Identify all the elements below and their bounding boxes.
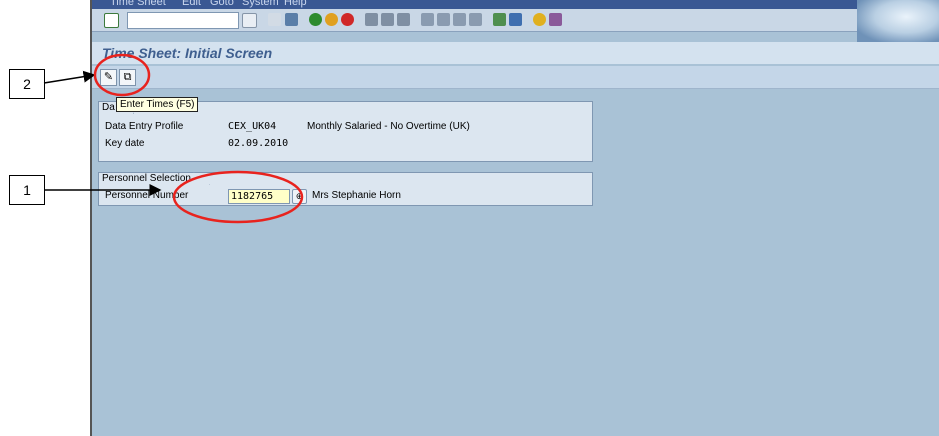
menu-edit[interactable]: Edit: [182, 0, 201, 8]
sap-logo: [857, 0, 939, 42]
application-toolbar: [92, 66, 939, 89]
callout-box-1: 1: [9, 175, 45, 205]
data-entry-profile-label: Data Entry Profile: [105, 121, 184, 132]
find-icon[interactable]: [381, 13, 394, 26]
next-page-icon[interactable]: [453, 13, 466, 26]
first-page-icon[interactable]: [421, 13, 434, 26]
previous-page-icon[interactable]: [437, 13, 450, 26]
personnel-selection-group: Personnel Selection Personnel Number 118…: [98, 172, 593, 206]
menu-goto[interactable]: Goto: [210, 0, 234, 8]
page-title: Time Sheet: Initial Screen: [102, 45, 273, 61]
menu-help[interactable]: Help: [284, 0, 307, 8]
menu-time-sheet[interactable]: Time Sheet: [110, 0, 166, 8]
shortcut-icon[interactable]: [509, 13, 522, 26]
enter-check-icon[interactable]: [104, 13, 119, 28]
exit-icon[interactable]: [325, 13, 338, 26]
command-history-icon[interactable]: [242, 13, 257, 28]
possible-entries-icon: ⊕: [295, 191, 304, 201]
personnel-number-input[interactable]: 1182765: [228, 189, 290, 204]
cancel-icon[interactable]: [341, 13, 354, 26]
find-next-icon[interactable]: [397, 13, 410, 26]
create-session-icon[interactable]: [493, 13, 506, 26]
glasses-icon: ⧉: [123, 71, 132, 83]
back-icon[interactable]: [309, 13, 322, 26]
print-icon[interactable]: [365, 13, 378, 26]
search-help-button[interactable]: ⊕: [292, 189, 307, 204]
employee-name: Mrs Stephanie Horn: [312, 190, 401, 201]
key-date-value[interactable]: 02.09.2010: [228, 138, 288, 149]
last-page-icon[interactable]: [469, 13, 482, 26]
arrow-2: [43, 70, 96, 84]
command-field[interactable]: [127, 12, 239, 29]
back-arrow-icon[interactable]: [268, 13, 281, 26]
pencil-icon: ✎: [103, 71, 114, 83]
menu-bar: Time Sheet Edit Goto System Help: [92, 0, 939, 9]
save-icon[interactable]: [285, 13, 298, 26]
data-entry-profile-value[interactable]: CEX_UK04: [228, 121, 276, 132]
personnel-selection-title: Personnel Selection: [98, 172, 210, 185]
key-date-label: Key date: [105, 138, 145, 149]
enter-times-button[interactable]: ✎: [100, 69, 117, 86]
sap-window: Time Sheet Edit Goto System Help Time Sh…: [92, 0, 939, 436]
menu-system[interactable]: System: [242, 0, 279, 8]
display-times-button[interactable]: ⧉: [119, 69, 136, 86]
enter-times-tooltip: Enter Times (F5): [116, 97, 199, 112]
help-icon[interactable]: [533, 13, 546, 26]
personnel-number-label: Personnel Number: [105, 190, 189, 201]
callout-box-2: 2: [9, 69, 45, 99]
layout-menu-icon[interactable]: [549, 13, 562, 26]
data-entry-profile-description: Monthly Salaried - No Overtime (UK): [307, 121, 470, 132]
